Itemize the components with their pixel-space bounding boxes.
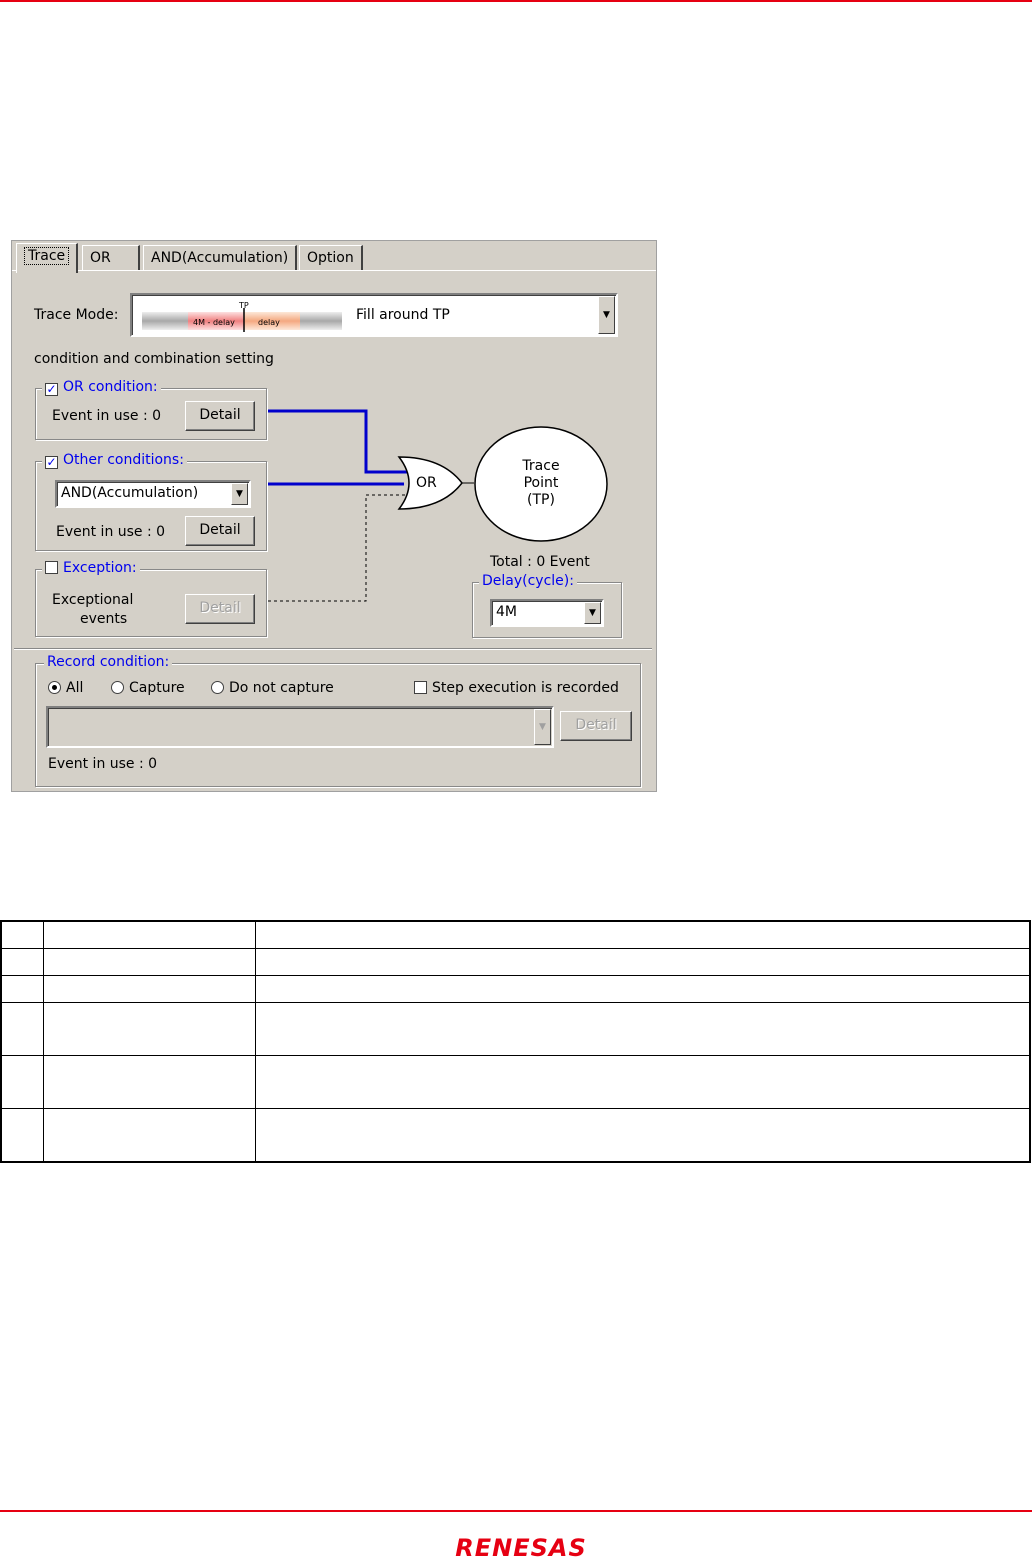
- footer-rule: [0, 1510, 1032, 1512]
- svg-text:RENESAS: RENESAS: [455, 1534, 587, 1561]
- delay-value: 4M: [496, 604, 517, 620]
- table-row: [0, 1108, 1031, 1163]
- trace-tab-panel: Trace Mode: TP 4M - delay delay Fill aro…: [12, 270, 656, 791]
- table-row: [0, 1055, 1031, 1109]
- radio-icon[interactable]: [111, 681, 124, 694]
- delay-group: Delay(cycle): 4M ▼: [472, 573, 622, 638]
- record-condition-select[interactable]: ▼: [46, 706, 554, 748]
- trace-point-label: Trace Point (TP): [522, 458, 560, 508]
- tab-trace[interactable]: Trace: [16, 243, 79, 273]
- tab-option[interactable]: Option: [299, 245, 363, 271]
- record-event-in-use: Event in use : 0: [48, 756, 158, 772]
- separator: [14, 648, 652, 650]
- chevron-down-icon[interactable]: ▼: [534, 709, 551, 745]
- radio-icon[interactable]: [48, 681, 61, 694]
- total-events: Total : 0 Event: [490, 554, 590, 570]
- tab-or[interactable]: OR: [82, 245, 140, 271]
- step-execution-label: Step execution is recorded: [432, 680, 619, 696]
- table-row: [0, 920, 1031, 949]
- record-detail-button[interactable]: Detail: [560, 711, 632, 741]
- chevron-down-icon[interactable]: ▼: [584, 602, 601, 624]
- delay-label: Delay(cycle):: [479, 573, 577, 589]
- radio-all[interactable]: All: [48, 680, 83, 696]
- delay-select[interactable]: 4M ▼: [490, 599, 604, 627]
- tab-and-accumulation[interactable]: AND(Accumulation): [143, 245, 298, 271]
- table-row: [0, 948, 1031, 976]
- renesas-logo: RENESAS: [455, 1534, 587, 1561]
- radio-capture[interactable]: Capture: [111, 680, 185, 696]
- table-row: [0, 1002, 1031, 1056]
- step-execution-checkbox[interactable]: Step execution is recorded: [414, 680, 619, 696]
- radio-icon[interactable]: [211, 681, 224, 694]
- header-rule: [0, 0, 1032, 2]
- trace-dialog: Trace OR AND(Accumulation) Option Trace …: [11, 240, 657, 792]
- checkbox-icon[interactable]: [414, 681, 427, 694]
- description-table: [0, 920, 1031, 1163]
- record-condition-label: Record condition:: [44, 654, 173, 670]
- or-gate-label: OR: [416, 475, 437, 491]
- table-row: [0, 975, 1031, 1003]
- record-condition-group: Record condition: All Capture Do not cap…: [35, 654, 641, 787]
- radio-do-not-capture[interactable]: Do not capture: [211, 680, 334, 696]
